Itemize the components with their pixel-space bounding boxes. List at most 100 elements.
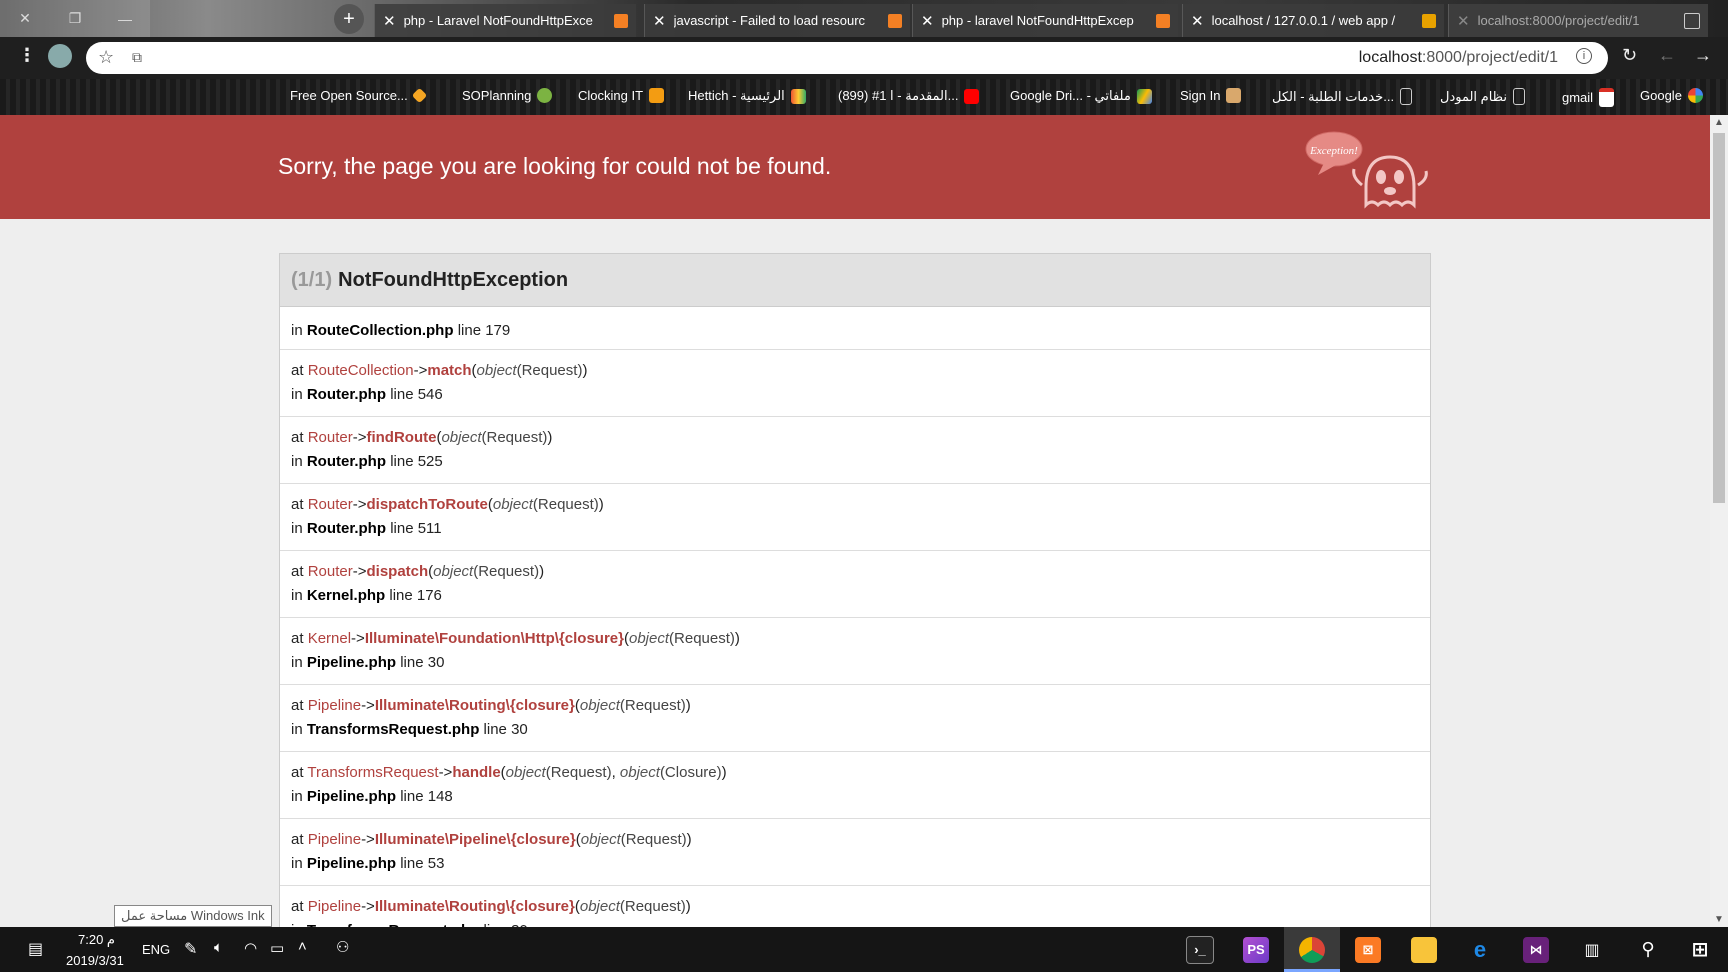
- battery-icon[interactable]: ▭: [270, 939, 284, 957]
- google-icon: [1687, 88, 1703, 103]
- clock-date[interactable]: 2019/3/31: [66, 953, 124, 968]
- trace-frame: at Pipeline->Illuminate\Routing\{closure…: [280, 886, 1430, 927]
- address-bar[interactable]: ☆ ⧉ localhost:8000/project/edit/1 i: [86, 42, 1608, 74]
- search-icon: ⚲: [1641, 939, 1655, 959]
- taskbar-cmd[interactable]: ›_: [1172, 927, 1228, 972]
- bookmark-item[interactable]: خدمات الطلبة - الكل...: [1272, 88, 1413, 105]
- taskbar-search[interactable]: ⚲: [1620, 927, 1676, 972]
- frame-file: Pipeline.php: [306, 855, 397, 872]
- tab-item[interactable]: ✕ php - laravel NotFoundHttpExcep: [912, 4, 1178, 37]
- chevron-up-icon[interactable]: ˄: [298, 938, 307, 955]
- volume-icon[interactable]: 🔈︎: [214, 939, 223, 956]
- taskbar-phpstorm[interactable]: PS: [1228, 927, 1284, 972]
- frame-file: Pipeline.php: [306, 788, 397, 805]
- back-icon[interactable]: →: [1694, 45, 1712, 66]
- taskbar-explorer[interactable]: [1396, 927, 1452, 972]
- frame-call: at Kernel->Illuminate\Foundation\Http\{c…: [291, 630, 740, 647]
- frame-call: at TransformsRequest->handle(object(Requ…: [291, 764, 727, 781]
- tab-item[interactable]: ✕ javascript - Failed to load resourc: [644, 4, 910, 37]
- frame-class: Pipeline: [307, 697, 362, 714]
- frame-call: at RouteCollection->match(object(Request…: [291, 362, 588, 379]
- clocking-icon: [649, 88, 665, 103]
- network-icon[interactable]: ◠: [244, 939, 257, 957]
- close-window-button[interactable]: ✕: [0, 0, 50, 37]
- bookmark-star-icon[interactable]: ☆: [98, 47, 114, 68]
- frame-method: handle: [452, 764, 501, 781]
- restore-window-button[interactable]: ❐: [50, 0, 100, 37]
- bookmark-item[interactable]: نظام المودل: [1440, 88, 1525, 105]
- task-view-icon: ▥: [1584, 941, 1600, 959]
- tab-item-active[interactable]: ✕ localhost:8000/project/edit/1: [1448, 4, 1708, 37]
- soplanning-icon: [537, 88, 553, 103]
- bookmark-item[interactable]: Clocking IT: [578, 88, 665, 103]
- close-tab-icon[interactable]: ✕: [921, 12, 934, 30]
- hettich-icon: [790, 88, 806, 104]
- close-tab-icon[interactable]: ✕: [1191, 12, 1204, 30]
- frame-method: Illuminate\Routing\{closure}: [374, 697, 575, 714]
- people-icon[interactable]: ⚇: [336, 938, 349, 956]
- page-icon: [1684, 12, 1700, 29]
- close-tab-icon[interactable]: ✕: [1457, 12, 1470, 30]
- frame-file: Pipeline.php: [306, 654, 397, 671]
- language-indicator[interactable]: ENG: [142, 942, 170, 957]
- taskbar-edge[interactable]: e: [1452, 927, 1508, 972]
- profile-avatar[interactable]: [48, 44, 72, 68]
- xampp-icon: ⊠: [1355, 936, 1381, 963]
- menu-icon[interactable]: ⋮: [18, 45, 36, 66]
- frame-method: Illuminate\Pipeline\{closure}: [374, 831, 576, 848]
- frame-location: in Router.php line 546: [291, 386, 443, 403]
- scroll-down-icon[interactable]: ▼: [1714, 914, 1724, 925]
- bookmark-item[interactable]: (899) #1 المقدمة - ا...: [838, 88, 980, 104]
- bookmark-item[interactable]: gmail: [1562, 88, 1615, 107]
- close-tab-icon[interactable]: ✕: [653, 12, 666, 30]
- new-tab-button[interactable]: +: [334, 4, 364, 34]
- taskbar-task-view[interactable]: ▥: [1564, 927, 1620, 972]
- scrollbar-thumb[interactable]: [1713, 133, 1725, 503]
- reload-icon[interactable]: ↻: [1622, 45, 1637, 66]
- bookmark-item[interactable]: Google: [1640, 88, 1703, 103]
- start-button[interactable]: ⊞: [1672, 927, 1728, 972]
- trace-frame: at RouteCollection->match(object(Request…: [280, 350, 1430, 417]
- frame-class: TransformsRequest: [307, 764, 439, 781]
- forward-icon[interactable]: ←: [1658, 45, 1676, 66]
- info-icon[interactable]: i: [1576, 48, 1592, 64]
- translate-icon[interactable]: ⧉: [132, 49, 142, 66]
- close-tab-icon[interactable]: ✕: [383, 12, 396, 30]
- tab-strip: ✕ ❐ — + ✕ php - Laravel NotFoundHttpExce…: [0, 0, 1728, 37]
- tab-item[interactable]: ✕ php - Laravel NotFoundHttpExce: [374, 4, 636, 37]
- exception-block: (1/1) NotFoundHttpException in RouteColl…: [279, 253, 1431, 927]
- trace-frame: at TransformsRequest->handle(object(Requ…: [280, 752, 1430, 819]
- frame-method: findRoute: [366, 429, 437, 446]
- google-drive-icon: [1136, 88, 1152, 104]
- pen-icon[interactable]: ✎: [184, 939, 197, 959]
- frame-file: Kernel.php: [306, 587, 386, 604]
- error-message: Sorry, the page you are looking for coul…: [278, 153, 832, 179]
- action-center-icon[interactable]: ▤: [28, 939, 43, 959]
- browser-toolbar: ⋮ ☆ ⧉ localhost:8000/project/edit/1 i ↻ …: [0, 37, 1728, 79]
- scroll-up-icon[interactable]: ▲: [1714, 117, 1724, 128]
- frame-method: dispatch: [366, 563, 429, 580]
- bookmark-item[interactable]: Sign In: [1180, 88, 1242, 103]
- frame-location: in Pipeline.php line 53: [291, 855, 445, 872]
- frame-call: at Pipeline->Illuminate\Routing\{closure…: [291, 898, 691, 915]
- bookmark-item[interactable]: SOPlanning: [462, 88, 553, 103]
- bookmark-item[interactable]: Hettich - الرئيسية: [688, 88, 806, 104]
- vertical-scrollbar[interactable]: ▲ ▼: [1710, 115, 1728, 927]
- frame-class: Router: [307, 429, 353, 446]
- frame-file: TransformsRequest.php: [306, 721, 480, 738]
- gmail-icon: [1599, 88, 1615, 107]
- minimize-window-button[interactable]: —: [100, 0, 150, 37]
- taskbar-visual-studio[interactable]: ⋈: [1508, 927, 1564, 972]
- taskbar-xampp[interactable]: ⊠: [1340, 927, 1396, 972]
- bookmark-item[interactable]: Free Open Source...: [290, 87, 428, 104]
- terminal-icon: ›_: [1186, 935, 1214, 964]
- youtube-icon: [964, 88, 980, 104]
- tab-item[interactable]: ✕ localhost / 127.0.0.1 / web app /: [1182, 4, 1444, 37]
- frame-class: RouteCollection: [307, 362, 414, 379]
- exception-ghost-icon: Exception!: [1305, 131, 1428, 209]
- trace-frame: at Pipeline->Illuminate\Pipeline\{closur…: [280, 819, 1430, 886]
- clock-time[interactable]: 7:20 م: [78, 932, 115, 948]
- bookmark-item[interactable]: Google Dri... - ملفاتي: [1010, 88, 1152, 104]
- taskbar-chrome[interactable]: [1284, 927, 1340, 972]
- trace-origin: in RouteCollection.php line 179: [280, 307, 1430, 350]
